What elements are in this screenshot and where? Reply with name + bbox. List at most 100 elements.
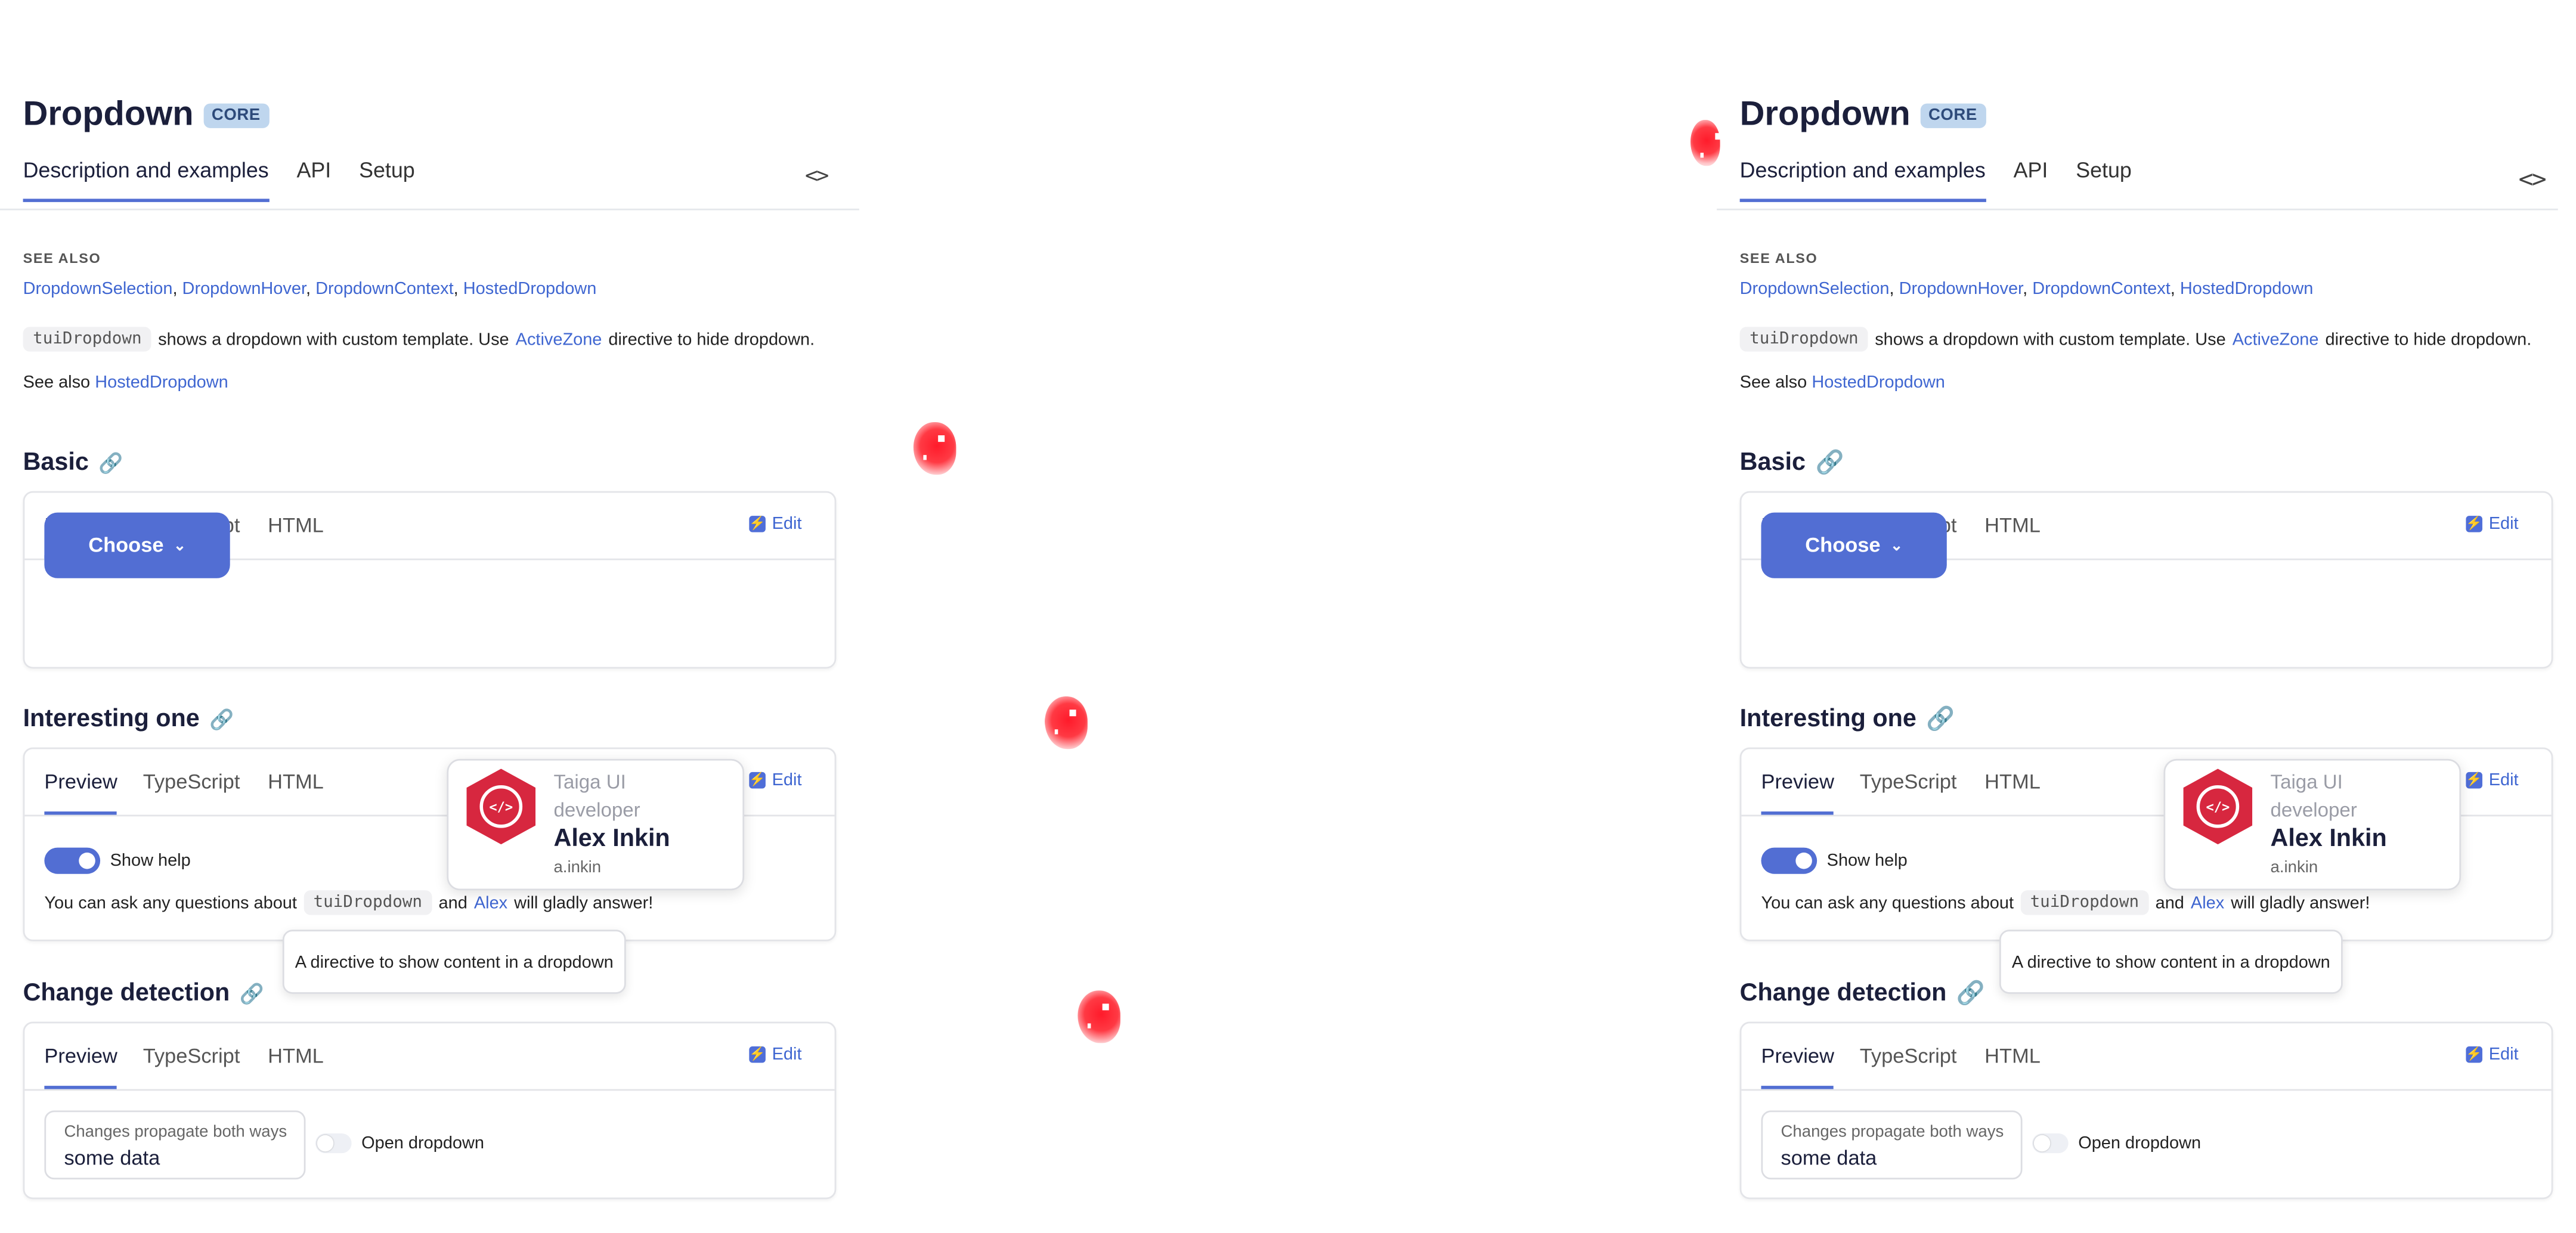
link-icon[interactable]: 🔗 [98,451,123,474]
see-also-links: DropdownSelection, DropdownHover, Dropdo… [1739,279,2314,299]
link-hosted-dropdown-2[interactable]: HostedDropdown [1812,373,1945,392]
section-interesting-title: Interesting one [1739,704,1916,733]
developer-popup: </> Taiga UI developer Alex Inkin a.inki… [447,758,745,891]
tab-html[interactable]: HTML [268,1045,324,1086]
ask-and: and [2155,893,2184,913]
code-tui-dropdown: tuiDropdown [303,890,432,915]
edit-button[interactable]: ⚡ Edit [2466,514,2519,534]
edit-button[interactable]: ⚡ Edit [749,770,801,790]
description-text-after: directive to hide dropdown. [2325,329,2532,349]
link-icon[interactable]: 🔗 [1956,979,1985,1007]
tab-preview[interactable]: Preview [1761,770,1834,815]
tab-html[interactable]: HTML [268,770,324,811]
data-input[interactable]: Changes propagate both ways some data [44,1110,306,1180]
show-help-row: Show help [44,847,191,874]
red-marker [1690,120,1722,166]
lightning-icon: ⚡ [749,1046,766,1063]
edit-button[interactable]: ⚡ Edit [2466,1045,2519,1064]
edit-button[interactable]: ⚡ Edit [2466,770,2519,790]
edit-label: Edit [772,514,802,534]
tab-preview[interactable]: Preview [44,770,117,815]
tooltip: A directive to show content in a dropdow… [282,930,626,994]
link-icon[interactable]: 🔗 [1926,705,1955,733]
see-also-links: DropdownSelection, DropdownHover, Dropdo… [23,279,597,299]
link-dropdown-hover[interactable]: DropdownHover [1899,279,2023,299]
link-dropdown-hover[interactable]: DropdownHover [182,279,306,299]
code-icon: </> [479,785,523,828]
tab-api[interactable]: API [2014,157,2048,202]
choose-button[interactable]: Choose ⌄ [1761,512,1947,578]
section-change-title: Change detection [1739,979,1947,1007]
tab-description[interactable]: Description and examples [23,157,269,202]
link-dropdown-selection[interactable]: DropdownSelection [23,279,173,299]
link-icon[interactable]: 🔗 [209,707,234,730]
link-active-zone[interactable]: ActiveZone [2233,329,2319,349]
link-dropdown-context[interactable]: DropdownContext [2032,279,2171,299]
link-icon[interactable]: 🔗 [1815,448,1844,476]
code-icon[interactable]: <> [805,165,829,189]
section-interesting-title: Interesting one [23,704,200,733]
chevron-down-icon: ⌄ [1890,536,1903,553]
ask-suffix: will gladly answer! [514,893,654,913]
ask-text: You can ask any questions about [44,893,297,913]
developer-name: Alex Inkin [553,825,670,853]
lightning-icon: ⚡ [2466,1046,2482,1063]
edit-button[interactable]: ⚡ Edit [749,514,801,534]
tab-setup[interactable]: Setup [359,157,415,202]
tab-html[interactable]: HTML [1984,1045,2041,1086]
ask-and: and [438,893,467,913]
code-tui-dropdown: tuiDropdown [23,327,152,352]
code-icon[interactable]: <> [2519,165,2547,194]
tab-preview[interactable]: Preview [44,1045,117,1089]
tab-setup[interactable]: Setup [2076,157,2132,202]
tab-preview[interactable]: Preview [1761,1045,1834,1089]
page-title: Dropdown [23,95,194,134]
link-dropdown-selection[interactable]: DropdownSelection [1740,279,1890,299]
lightning-icon: ⚡ [2466,772,2482,789]
description-text-after: directive to hide dropdown. [608,329,815,349]
tab-html[interactable]: HTML [268,514,324,555]
link-icon[interactable]: 🔗 [240,981,264,1005]
header-divider [1717,208,2558,210]
description: tuiDropdown shows a dropdown with custom… [1739,327,2532,352]
red-marker [1078,990,1120,1043]
tab-html[interactable]: HTML [1984,770,2041,811]
link-hosted-dropdown[interactable]: HostedDropdown [463,279,597,299]
edit-label: Edit [772,1045,802,1065]
link-alex[interactable]: Alex [2191,893,2224,912]
card-tabs: Preview TypeScript HTML ⚡ Edit [1741,1023,2552,1091]
field-label: Changes propagate both ways [1781,1123,2004,1142]
tab-description[interactable]: Description and examples [1739,157,1986,202]
open-dropdown-toggle[interactable] [315,1133,352,1154]
open-dropdown-toggle[interactable] [2032,1133,2069,1154]
tab-html[interactable]: HTML [1984,514,2041,555]
open-dropdown-label: Open dropdown [361,1133,485,1154]
link-hosted-dropdown-2[interactable]: HostedDropdown [95,373,228,392]
show-help-toggle[interactable] [1761,847,1818,874]
choose-label: Choose [88,534,164,557]
tab-typescript[interactable]: TypeScript [143,770,240,811]
link-active-zone[interactable]: ActiveZone [516,329,602,349]
change-card: Preview TypeScript HTML ⚡ Edit Changes p… [23,1021,837,1200]
ask-text: You can ask any questions about [1761,893,2014,913]
link-dropdown-context[interactable]: DropdownContext [315,279,454,299]
tab-typescript[interactable]: TypeScript [1860,770,1957,811]
tab-typescript[interactable]: TypeScript [1860,1045,1957,1086]
description-text: shows a dropdown with custom template. U… [158,329,509,349]
data-input[interactable]: Changes propagate both ways some data [1761,1110,2023,1180]
link-alex[interactable]: Alex [474,893,507,912]
edit-button[interactable]: ⚡ Edit [749,1045,801,1064]
choose-button[interactable]: Choose ⌄ [44,512,230,578]
page-header: Dropdown CORE [1740,95,1986,135]
ask-row: You can ask any questions about tuiDropd… [1761,890,2370,915]
core-badge: CORE [203,103,269,128]
tab-typescript[interactable]: TypeScript [143,1045,240,1086]
see-also-prefix: See also [1739,373,1807,393]
section-basic-title: Basic [23,448,89,476]
avatar: </> [466,769,536,845]
see-also-prefix: See also [23,373,91,393]
show-help-toggle[interactable] [44,847,101,874]
change-card: Preview TypeScript HTML ⚡ Edit Changes p… [1739,1021,2553,1200]
tab-api[interactable]: API [297,157,332,202]
link-hosted-dropdown[interactable]: HostedDropdown [2180,279,2314,299]
